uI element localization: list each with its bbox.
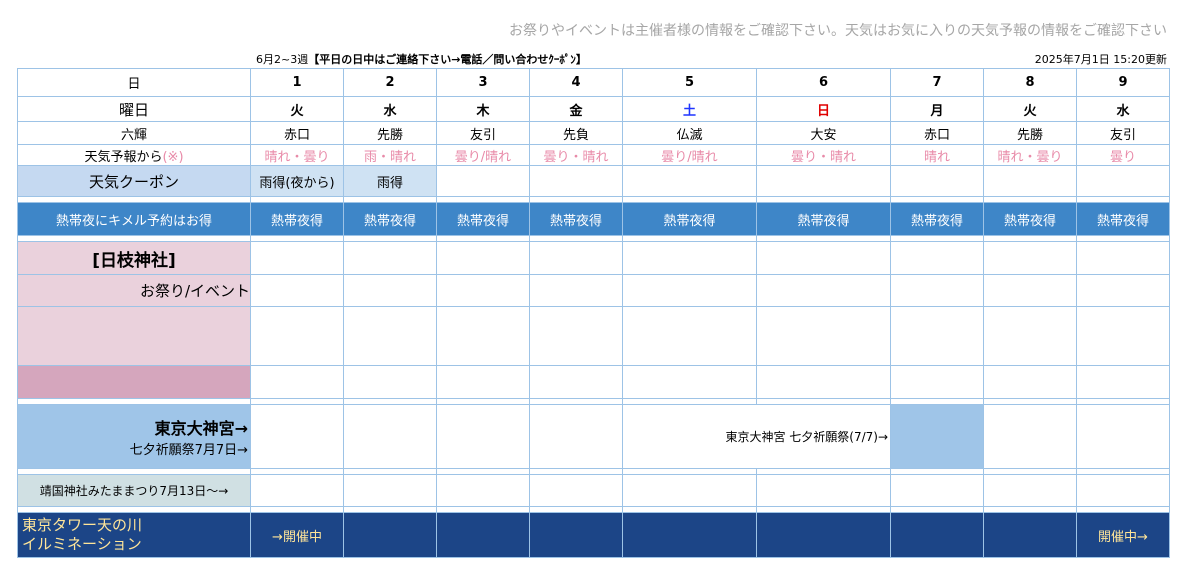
date-cell: 9 [1076,68,1170,97]
hot-night-cell[interactable]: 熱帯夜得 [622,202,757,236]
date-cell: 8 [983,68,1077,97]
weather-cell: 雨・晴れ [343,144,437,166]
date-cell: 7 [890,68,984,97]
rokuyo-cell: 先勝 [343,121,437,145]
date-cell: 2 [343,68,437,97]
weather-cell: 曇り [1076,144,1170,166]
coupon-cell[interactable]: 雨得 [343,165,437,197]
hie-shrine-title: [日枝神社] [17,241,251,275]
tanabata-festival-day[interactable] [890,404,984,469]
coupon-text: 雨得(夜から) [259,175,335,191]
rokuyo-row: 六輝 赤口 先勝 友引 先負 仏滅 大安 赤口 先勝 友引 [17,121,1170,145]
coupon-cell [983,165,1077,197]
tokyo-daijingu-label: 東京大神宮→ 七夕祈願祭7月7日→ [17,404,251,469]
coupon-cell [756,165,891,197]
date-row: 日 1 2 3 4 5 6 7 8 9 [17,68,1170,97]
coupon-cell[interactable]: 雨得(夜から) [250,165,344,197]
weather-note: (※) [162,149,184,165]
date-cell: 1 [250,68,344,97]
rokuyo-cell: 先勝 [983,121,1077,145]
hot-night-label: 熱帯夜にキメル予約はお得 [17,202,251,236]
rokuyo-label: 六輝 [17,121,251,145]
tokyo-tower-line2: イルミネーション [22,535,142,553]
hot-night-cell[interactable]: 熱帯夜得 [890,202,984,236]
rokuyo-cell: 仏滅 [622,121,757,145]
tokyo-daijingu-row: 東京大神宮→ 七夕祈願祭7月7日→ 東京大神宮 七夕祈願祭(7/7)→ [17,404,1170,469]
weather-cell: 曇り・晴れ [756,144,891,166]
rokuyo-cell: 大安 [756,121,891,145]
tokyo-tower-line1: 東京タワー天の川 [22,516,143,534]
tokyo-tower-label: 東京タワー天の川 イルミネーション [17,512,251,558]
rokuyo-cell: 友引 [436,121,530,145]
hie-shrine-bottom-row [17,365,1170,399]
weather-label: 天気予報から(※) [17,144,251,166]
hie-shrine-blank-row [17,306,1170,366]
weather-label-text: 天気予報から [84,149,163,165]
hie-shrine-row: [日枝神社] [17,241,1170,275]
yasukuni-label: 靖国神社みたままつり7月13日～→ [17,474,251,507]
rokuyo-cell: 赤口 [890,121,984,145]
date-cell: 3 [436,68,530,97]
period-header: 6月2~3週【平日の日中はご連絡下さい→電話／問い合わせｸｰﾎﾟﾝ】 [256,51,587,67]
weekday-label: 曜日 [17,96,251,122]
coupon-row: 天気クーポン 雨得(夜から) 雨得 [17,165,1170,197]
tanabata-festival-event[interactable]: 東京大神宮 七夕祈願祭(7/7)→ [622,404,891,469]
updated-timestamp: 2025年7月1日 15:20更新 [1034,53,1167,66]
tower-event-start[interactable]: →開催中 [250,512,344,558]
weekday-cell: 火 [250,96,344,122]
coupon-cell [622,165,757,197]
hot-night-cell[interactable]: 熱帯夜得 [756,202,891,236]
weekday-cell: 月 [890,96,984,122]
weather-cell: 晴れ・曇り [250,144,344,166]
rokuyo-cell: 赤口 [250,121,344,145]
weekday-cell: 木 [436,96,530,122]
coupon-cell [1076,165,1170,197]
date-cell: 5 [622,68,757,97]
tokyo-daijingu-title: 東京大神宮→ [154,419,248,438]
period-contact-note: 【平日の日中はご連絡下さい→電話／問い合わせｸｰﾎﾟﾝ】 [308,53,587,66]
hot-night-cell[interactable]: 熱帯夜得 [983,202,1077,236]
hot-night-cell[interactable]: 熱帯夜得 [343,202,437,236]
page-notice: お祭りやイベントは主催者様の情報をご確認下さい。天気はお気に入りの天気予報の情報… [509,23,1167,39]
weekday-cell-sunday: 日 [756,96,891,122]
weekday-cell: 水 [343,96,437,122]
weather-cell: 曇り/晴れ [436,144,530,166]
tokyo-daijingu-subtitle: 七夕祈願祭7月7日→ [129,443,248,458]
weekday-cell: 金 [529,96,623,122]
weekday-cell-saturday: 土 [622,96,757,122]
weekday-cell: 水 [1076,96,1170,122]
yasukuni-row: 靖国神社みたままつり7月13日～→ [17,474,1170,507]
weather-cell: 晴れ・曇り [983,144,1077,166]
hot-night-row: 熱帯夜にキメル予約はお得 熱帯夜得 熱帯夜得 熱帯夜得 熱帯夜得 熱帯夜得 熱帯… [17,202,1170,236]
coupon-label: 天気クーポン [17,165,251,197]
date-cell: 4 [529,68,623,97]
coupon-cell [890,165,984,197]
hot-night-cell[interactable]: 熱帯夜得 [1076,202,1170,236]
weather-cell: 曇り・晴れ [529,144,623,166]
period-prefix: 6月2~3週 [256,53,309,66]
hie-shrine-sub-row: お祭り/イベント [17,274,1170,307]
weather-cell: 曇り/晴れ [622,144,757,166]
date-cell: 6 [756,68,891,97]
tokyo-tower-row: 東京タワー天の川 イルミネーション →開催中 開催中→ [17,512,1170,558]
coupon-text: 雨得 [376,175,403,191]
weather-row: 天気予報から(※) 晴れ・曇り 雨・晴れ 曇り/晴れ 曇り・晴れ 曇り/晴れ 曇… [17,144,1170,166]
hot-night-cell[interactable]: 熱帯夜得 [529,202,623,236]
weekday-row: 曜日 火 水 木 金 土 日 月 火 水 [17,96,1170,122]
rokuyo-cell: 友引 [1076,121,1170,145]
hot-night-cell[interactable]: 熱帯夜得 [250,202,344,236]
date-label: 日 [17,68,251,97]
weekday-cell: 火 [983,96,1077,122]
rokuyo-cell: 先負 [529,121,623,145]
weather-cell: 晴れ [890,144,984,166]
hot-night-cell[interactable]: 熱帯夜得 [436,202,530,236]
coupon-cell [436,165,530,197]
coupon-cell [529,165,623,197]
hie-shrine-subtitle: お祭り/イベント [17,274,251,307]
tower-event-end[interactable]: 開催中→ [1076,512,1170,558]
calendar-table: 日 1 2 3 4 5 6 7 8 9 曜日 火 水 木 金 土 日 月 火 水… [17,68,1170,558]
